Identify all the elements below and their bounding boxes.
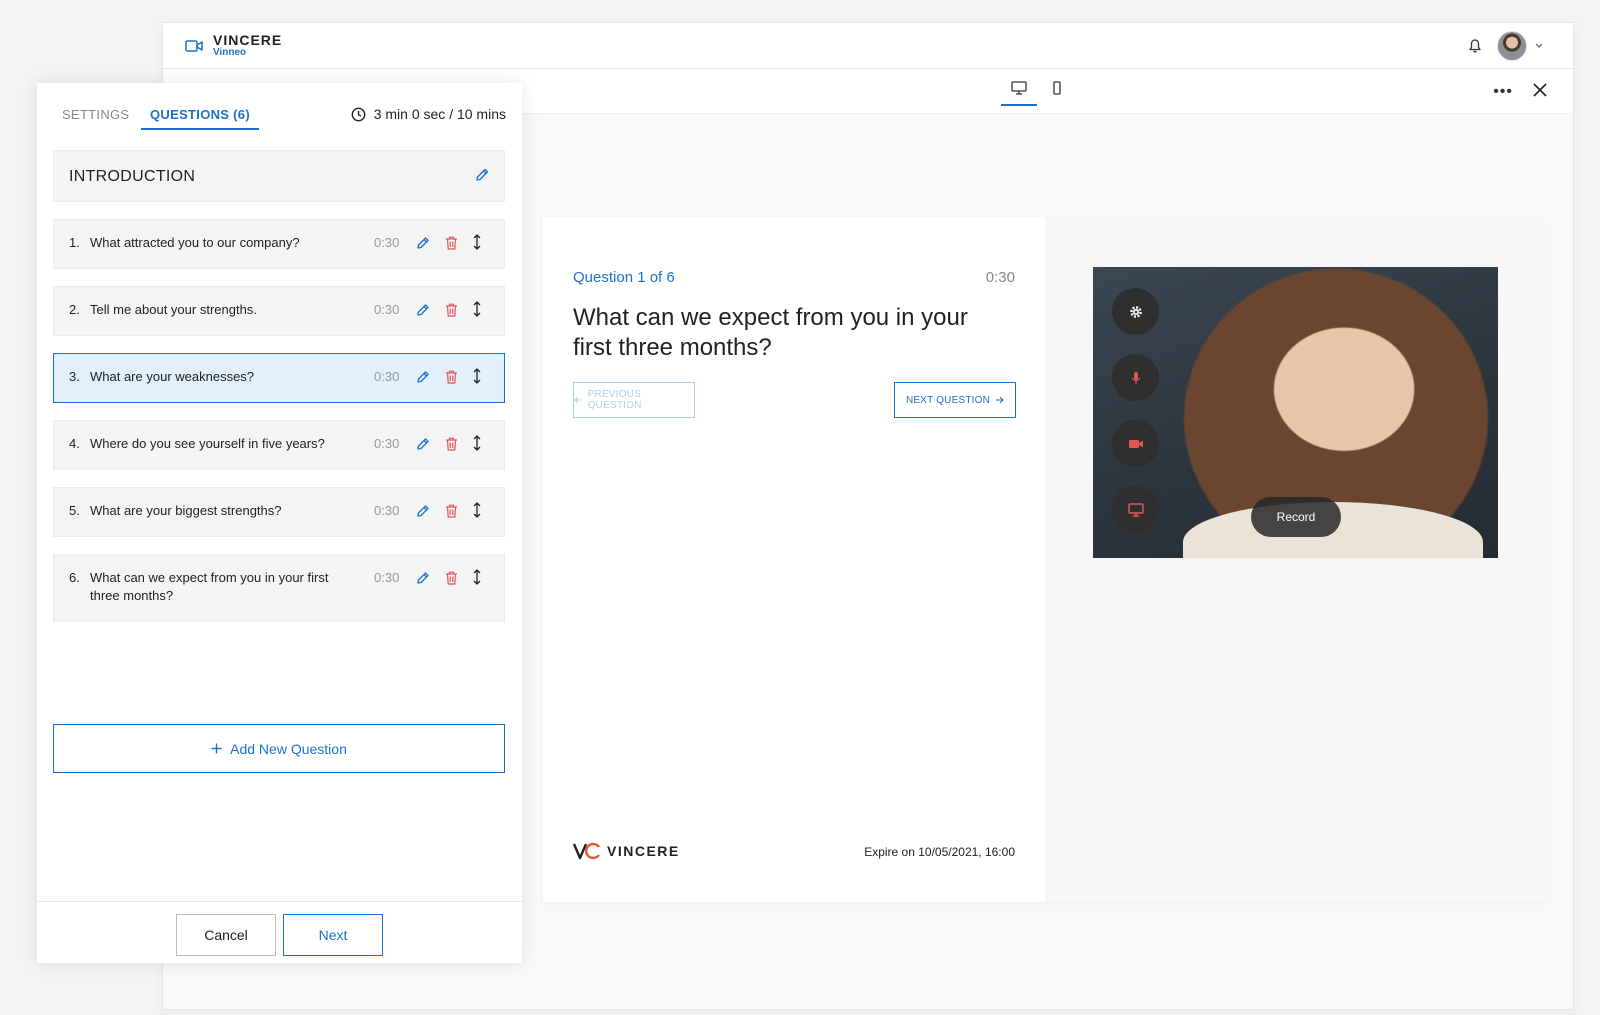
preview-question-text: What can we expect from you in your firs… [573,304,968,361]
question-row[interactable]: 2. Tell me about your strengths. 0:30 [53,286,505,336]
mobile-icon [1053,81,1061,95]
reorder-icon[interactable] [472,435,482,451]
expire-date: Expire on 10/05/2021, 16:00 [864,845,1015,859]
brand-name: VINCERE [213,32,283,48]
preview-question-pane: Question 1 of 6 0:30 What can we expect … [543,217,1045,902]
question-number: 5. [69,503,80,518]
video-settings-button[interactable] [1112,288,1159,335]
app-header: VINCERE Vinneo [163,23,1573,69]
avatar[interactable] [1497,31,1527,61]
more-icon[interactable]: ••• [1493,84,1513,100]
brand[interactable]: VINCERE Vinneo [185,33,282,59]
reorder-icon[interactable] [472,234,482,250]
cancel-button[interactable]: Cancel [176,914,276,956]
question-duration: 0:30 [374,235,400,250]
tab-settings[interactable]: SETTINGS [62,107,129,122]
timer-text: 3 min 0 sec / 10 mins [373,106,506,122]
gear-icon [1129,305,1142,318]
reorder-icon[interactable] [472,569,482,585]
question-row[interactable]: 4. Where do you see yourself in five year… [53,420,505,470]
next-question-label: NEXT QUESTION [905,394,991,406]
camera-button[interactable] [1112,420,1159,467]
question-text: What attracted you to our company? [90,235,300,250]
microphone-icon [1131,371,1140,384]
trash-icon[interactable] [445,236,458,250]
introduction-label: INTRODUCTION [69,168,196,185]
arrow-left-icon [574,396,582,404]
reorder-icon[interactable] [472,502,482,518]
question-duration: 0:30 [374,503,400,518]
question-number: 1. [69,235,80,250]
preview-video-pane: Record [1045,217,1543,902]
pencil-icon[interactable] [416,303,430,317]
screen-share-button[interactable] [1112,486,1159,533]
trash-icon[interactable] [445,303,458,317]
camera-icon [1128,439,1143,448]
question-row[interactable]: 1. What attracted you to our company? 0:30 [53,219,505,269]
tab-questions[interactable]: QUESTIONS (6) [141,107,259,130]
brand-subtitle: Vinneo [213,47,247,58]
introduction-section[interactable]: INTRODUCTION [53,150,505,202]
clock-icon [351,107,366,121]
question-duration: 0:30 [374,570,400,585]
question-duration: 0:30 [374,302,400,317]
plus-icon [211,743,222,754]
total-timer: 3 min 0 sec / 10 mins [351,106,506,122]
pencil-icon[interactable] [416,571,430,585]
previous-question-label: PREVIOUS QUESTION [587,389,642,411]
question-row[interactable]: 6. What can we expect from you in your fi… [53,554,505,622]
video-feed: Record [1093,267,1498,558]
pencil-icon[interactable] [416,370,430,384]
arrow-right-icon [996,396,1004,404]
add-new-question-label: Add New Question [230,740,347,757]
interview-preview: Question 1 of 6 0:30 What can we expect … [543,217,1543,902]
question-text: Tell me about your strengths. [90,302,257,317]
desktop-icon [1011,81,1027,95]
next-button[interactable]: Next [283,914,383,956]
question-counter: Question 1 of 6 [573,269,675,286]
mobile-preview-button[interactable] [1039,81,1075,106]
question-row[interactable]: 5. What are your biggest strengths? 0:30 [53,487,505,537]
close-icon[interactable] [1533,83,1547,97]
question-duration: 0:30 [374,436,400,451]
desktop-preview-button[interactable] [1001,81,1037,106]
reorder-icon[interactable] [472,368,482,384]
reorder-icon[interactable] [472,301,482,317]
question-text: Where do you see yourself in five years? [90,436,325,451]
pencil-icon[interactable] [474,167,490,183]
question-time: 0:30 [985,269,1015,286]
question-duration: 0:30 [374,369,400,384]
chevron-down-icon[interactable] [1535,43,1543,49]
questions-panel: SETTINGS QUESTIONS (6) 3 min 0 sec / 10 … [37,83,522,963]
video-camera-icon [185,40,203,52]
record-button[interactable]: Record [1251,497,1341,537]
question-text: What are your biggest strengths? [90,503,282,518]
question-number: 4. [69,436,80,451]
trash-icon[interactable] [445,437,458,451]
next-question-button[interactable]: NEXT QUESTION [894,382,1016,418]
trash-icon[interactable] [445,571,458,585]
pencil-icon[interactable] [416,504,430,518]
question-text: What can we expect from you in your firs… [90,570,329,603]
microphone-button[interactable] [1112,354,1159,401]
pencil-icon[interactable] [416,437,430,451]
pencil-icon[interactable] [416,236,430,250]
question-text: What are your weaknesses? [90,369,255,384]
question-number: 2. [69,302,80,317]
trash-icon[interactable] [445,370,458,384]
question-number: 3. [69,369,80,384]
add-new-question-button[interactable]: Add New Question [53,724,505,773]
panel-footer: Cancel Next [37,901,522,963]
panel-tabs: SETTINGS QUESTIONS (6) 3 min 0 sec / 10 … [37,83,522,147]
screen-share-icon [1127,502,1144,517]
question-row[interactable]: 3. What are your weaknesses? 0:30 [53,353,505,403]
trash-icon[interactable] [445,504,458,518]
vincere-logo-icon [573,842,600,860]
bell-icon[interactable] [1467,38,1483,54]
footer-logo: VINCERE [573,842,680,860]
previous-question-button[interactable]: PREVIOUS QUESTION [573,382,695,418]
footer-brand: VINCERE [607,843,680,859]
question-number: 6. [69,570,80,585]
